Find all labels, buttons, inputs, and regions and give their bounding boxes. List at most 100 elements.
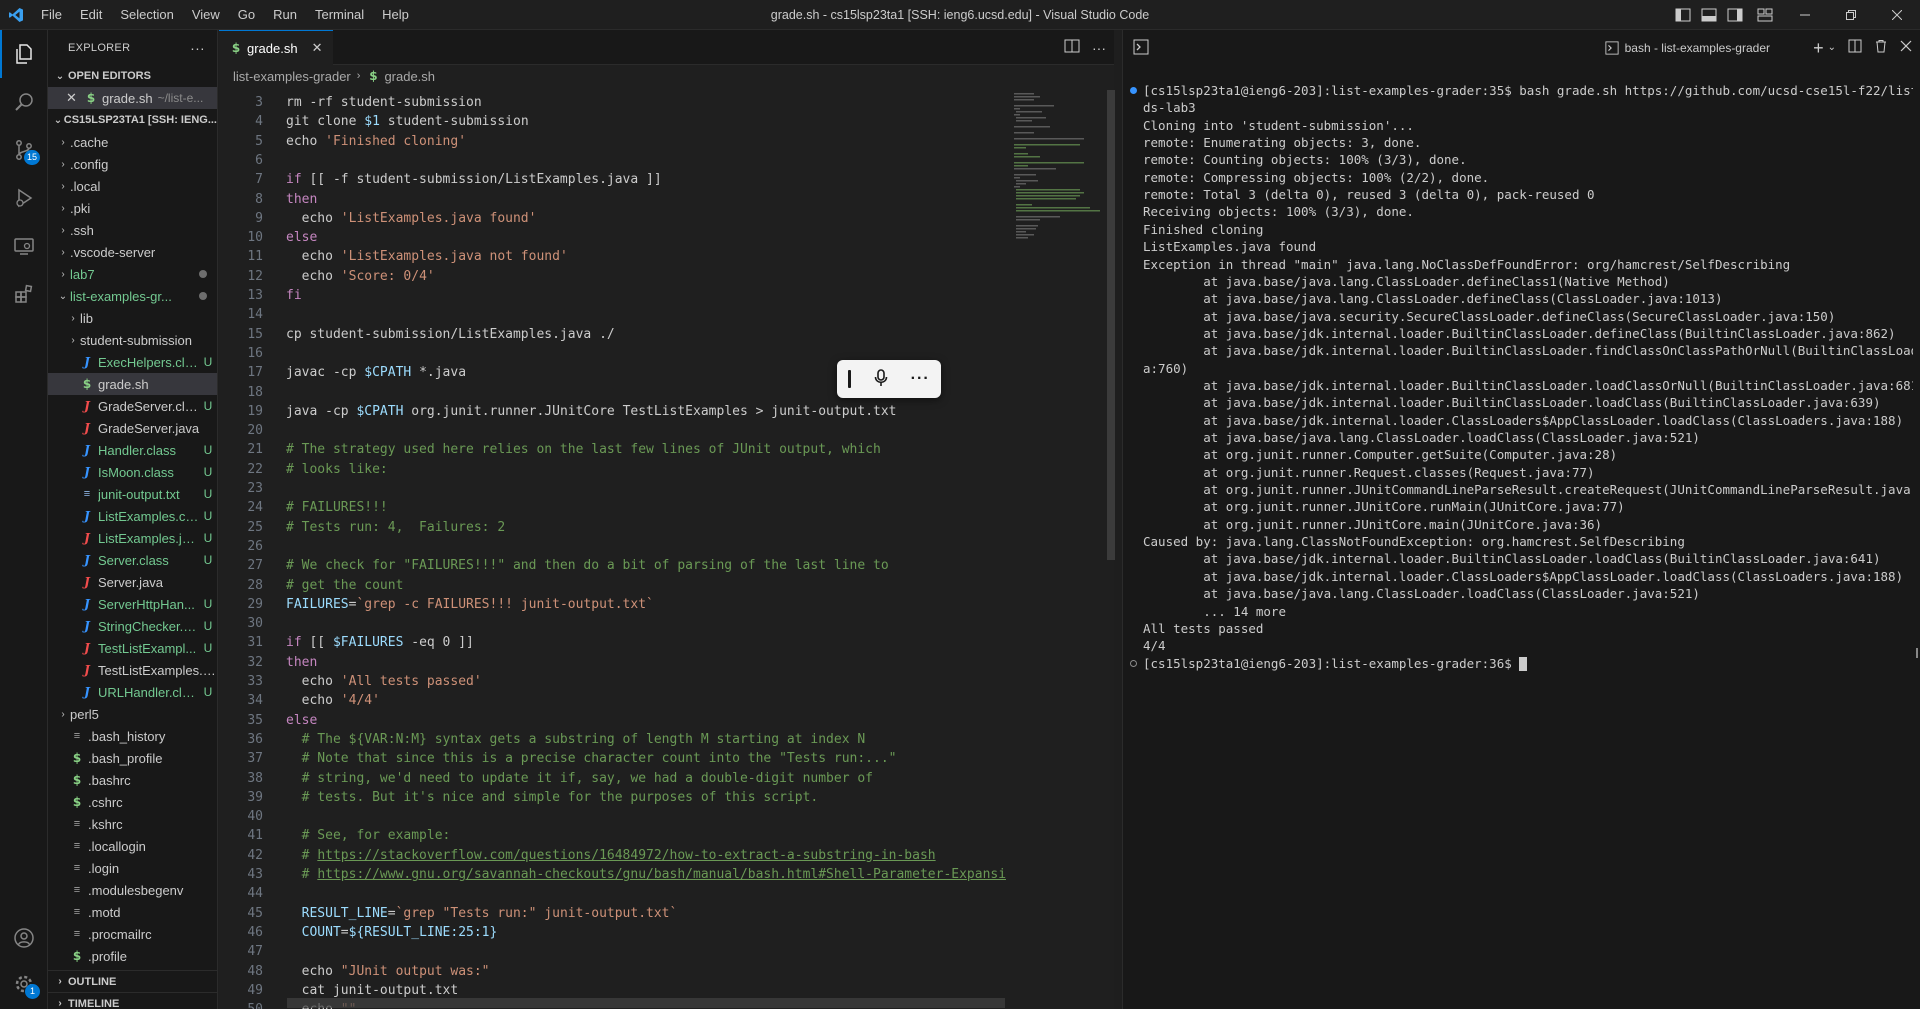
menu-edit[interactable]: Edit: [71, 0, 111, 30]
tree-item[interactable]: › perl5: [48, 703, 217, 725]
tree-item[interactable]: ≡ .locallogin: [48, 835, 217, 857]
tree-item[interactable]: J TestListExampl... U: [48, 637, 217, 659]
menu-terminal[interactable]: Terminal: [306, 0, 373, 30]
customize-layout-icon[interactable]: [1748, 0, 1782, 30]
toggle-secondary-sidebar-icon[interactable]: [1722, 0, 1748, 30]
more-options-icon[interactable]: ···: [911, 370, 930, 388]
tree-item[interactable]: ≡ .motd: [48, 901, 217, 923]
tree-item[interactable]: J ListExamples.cl... U: [48, 505, 217, 527]
run-debug-icon[interactable]: [0, 174, 48, 222]
search-icon[interactable]: [0, 78, 48, 126]
close-panel-icon[interactable]: [1900, 40, 1912, 55]
tree-item[interactable]: › student-submission: [48, 329, 217, 351]
tree-item[interactable]: J ListExamples.java U: [48, 527, 217, 549]
tree-item[interactable]: › lab7: [48, 263, 217, 285]
editor-vertical-scrollbar[interactable]: [1107, 90, 1115, 560]
terminal-dropdown-icon[interactable]: ⌄: [1828, 42, 1836, 53]
tree-item[interactable]: ≡ .kshrc: [48, 813, 217, 835]
line-number: 50: [219, 1000, 263, 1009]
timeline-header[interactable]: › TIMELINE: [48, 992, 217, 1009]
source-control-icon[interactable]: 15: [0, 126, 48, 174]
terminal-scrollbar[interactable]: [1916, 648, 1918, 658]
chevron-right-icon: ›: [61, 708, 65, 720]
tree-item[interactable]: J Server.class U: [48, 549, 217, 571]
outline-header[interactable]: › OUTLINE: [48, 970, 217, 992]
explorer-more-icon[interactable]: ···: [190, 40, 205, 56]
restore-icon[interactable]: [1828, 0, 1874, 30]
manage-gear-icon[interactable]: 1: [0, 960, 48, 1008]
terminal-line: Caused by: java.lang.ClassNotFoundExcept…: [1143, 534, 1685, 550]
terminal-output[interactable]: [cs15lsp23ta1@ieng6-203]:list-examples-g…: [1123, 65, 1913, 995]
tree-item-label: .profile: [88, 948, 128, 964]
close-window-icon[interactable]: [1874, 0, 1920, 30]
remote-explorer-icon[interactable]: [0, 222, 48, 270]
terminal-tab[interactable]: bash - list-examples-grader: [1605, 30, 1770, 65]
split-editor-icon[interactable]: [1064, 39, 1080, 56]
open-editors-header[interactable]: ⌄ OPEN EDITORS: [48, 65, 217, 87]
close-tab-icon[interactable]: ✕: [312, 40, 323, 56]
tab-grade-sh[interactable]: $ grade.sh ✕: [219, 30, 333, 65]
drag-handle-icon[interactable]: [848, 370, 852, 388]
terminal-icon[interactable]: [1133, 39, 1149, 58]
microphone-icon[interactable]: [874, 368, 888, 390]
tree-item[interactable]: ≡ .procmailrc: [48, 923, 217, 945]
tree-item[interactable]: ≡ .login: [48, 857, 217, 879]
menu-view[interactable]: View: [183, 0, 229, 30]
tree-item[interactable]: › .cache: [48, 131, 217, 153]
tree-item[interactable]: $ .cshrc: [48, 791, 217, 813]
menu-selection[interactable]: Selection: [111, 0, 182, 30]
tree-item[interactable]: J ExecHelpers.class U: [48, 351, 217, 373]
tree-item[interactable]: J Handler.class U: [48, 439, 217, 461]
tree-item[interactable]: $ .profile: [48, 945, 217, 967]
line-number: 20: [247, 423, 263, 439]
menu-run[interactable]: Run: [264, 0, 306, 30]
tree-item[interactable]: J Server.java: [48, 571, 217, 593]
toggle-primary-sidebar-icon[interactable]: [1670, 0, 1696, 30]
tree-item[interactable]: ≡ .bash_history: [48, 725, 217, 747]
tree-item[interactable]: ≡ .modulesbegenv: [48, 879, 217, 901]
code-area[interactable]: 3 rm -rf student-submission 4 git clone $1 …: [219, 87, 1006, 1009]
minimap[interactable]: [1006, 87, 1104, 1009]
line-number: 12: [247, 268, 263, 284]
tree-item[interactable]: ≡ junit-output.txt U: [48, 483, 217, 505]
tree-item[interactable]: › .pki: [48, 197, 217, 219]
toggle-panel-icon[interactable]: [1696, 0, 1722, 30]
tree-item[interactable]: › .local: [48, 175, 217, 197]
tree-item[interactable]: J URLHandler.class U: [48, 681, 217, 703]
tree-item[interactable]: J GradeServer.cla... U: [48, 395, 217, 417]
tree-item[interactable]: $ grade.sh: [48, 373, 217, 395]
tree-item[interactable]: J ServerHttpHan... U: [48, 593, 217, 615]
close-icon[interactable]: ✕: [66, 90, 84, 106]
tree-item[interactable]: J IsMoon.class U: [48, 461, 217, 483]
minimize-icon[interactable]: [1782, 0, 1828, 30]
menu-help[interactable]: Help: [373, 0, 418, 30]
breadcrumb-folder[interactable]: list-examples-grader: [233, 69, 351, 84]
tree-item[interactable]: › .ssh: [48, 219, 217, 241]
menu-file[interactable]: File: [32, 0, 71, 30]
extensions-icon[interactable]: [0, 270, 48, 318]
menu-go[interactable]: Go: [229, 0, 264, 30]
source-control-badge: 15: [23, 150, 40, 165]
tree-item[interactable]: › .vscode-server: [48, 241, 217, 263]
breadcrumb-file[interactable]: grade.sh: [384, 69, 435, 84]
tree-item[interactable]: $ .bashrc: [48, 769, 217, 791]
new-terminal-icon[interactable]: +: [1813, 39, 1824, 57]
tree-item-label: .bash_profile: [88, 750, 163, 766]
kill-terminal-trash-icon[interactable]: [1874, 39, 1888, 56]
split-terminal-icon[interactable]: [1848, 39, 1862, 56]
tree-item-label: grade.sh: [98, 376, 149, 392]
explorer-icon[interactable]: [0, 30, 48, 78]
tree-item[interactable]: J TestListExamples.java: [48, 659, 217, 681]
workspace-header[interactable]: ⌄ CS15LSP23TA1 [SSH: IENG...: [48, 109, 217, 131]
tree-item[interactable]: J GradeServer.java: [48, 417, 217, 439]
open-editor-item[interactable]: ✕ $ grade.sh ~/list-e...: [48, 87, 217, 109]
editor-horizontal-scrollbar[interactable]: [287, 998, 1005, 1008]
tree-item[interactable]: › lib: [48, 307, 217, 329]
tree-item[interactable]: ⌄ list-examples-gr...: [48, 285, 217, 307]
editor-more-icon[interactable]: ···: [1092, 40, 1106, 56]
tree-item[interactable]: $ .bash_profile: [48, 747, 217, 769]
tree-item[interactable]: J StringChecker.c... U: [48, 615, 217, 637]
tree-item[interactable]: › .config: [48, 153, 217, 175]
accounts-icon[interactable]: [0, 914, 48, 962]
code-line: # looks like:: [286, 461, 388, 477]
